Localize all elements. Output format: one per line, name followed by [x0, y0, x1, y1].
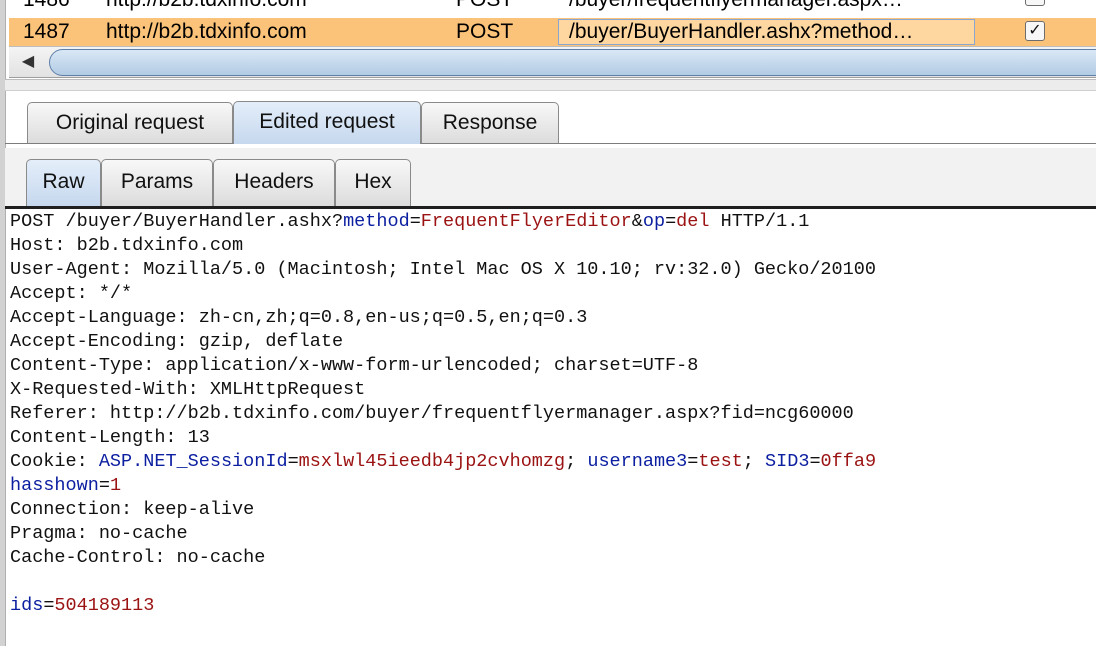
param-value: del	[676, 211, 710, 232]
table-row[interactable]: 1486 http://b2b.tdxinfo.com POST /buyer/…	[9, 0, 1096, 14]
row-method: POST	[456, 20, 514, 43]
http-version: HTTP/1.1	[709, 211, 810, 232]
tab-edited-request[interactable]: Edited request	[233, 101, 421, 144]
cookie-name: SID3	[765, 451, 810, 472]
body-param-value: 504189113	[54, 595, 155, 616]
horizontal-scrollbar[interactable]: ◀	[9, 46, 1096, 78]
row-method: POST	[456, 0, 513, 12]
header-host: Host: b2b.tdxinfo.com	[10, 235, 244, 256]
header-cache-control: Cache-Control: no-cache	[10, 547, 266, 568]
cookie-value: 1	[109, 475, 122, 496]
tab-params[interactable]: Params	[101, 159, 213, 206]
row-number: 1486	[23, 0, 70, 12]
cookie-prefix: Cookie:	[10, 451, 99, 472]
header-referer: Referer: http://b2b.tdxinfo.com/buyer/fr…	[10, 403, 854, 424]
tab-raw[interactable]: Raw	[26, 159, 101, 206]
body-param-name: ids	[10, 595, 44, 616]
scrollbar-thumb[interactable]	[49, 49, 1096, 76]
param-name: op	[642, 211, 666, 232]
tab-hex[interactable]: Hex	[335, 159, 411, 206]
cookie-separator: ;	[565, 451, 588, 472]
table-row-selected[interactable]: 1487 http://b2b.tdxinfo.com POST /buyer/…	[9, 18, 1096, 46]
cookie-value: msxlwl45ieedb4jp2cvhomzg	[298, 451, 566, 472]
header-x-requested-with: X-Requested-With: XMLHttpRequest	[10, 379, 366, 400]
row-host: http://b2b.tdxinfo.com	[106, 0, 307, 12]
split-pane-divider[interactable]	[5, 79, 1096, 91]
header-accept-encoding: Accept-Encoding: gzip, deflate	[10, 331, 344, 352]
window-left-border	[0, 0, 6, 646]
header-user-agent: User-Agent: Mozilla/5.0 (Macintosh; Inte…	[10, 259, 876, 280]
tab-headers[interactable]: Headers	[213, 159, 335, 206]
raw-request-editor[interactable]: POST /buyer/BuyerHandler.ashx?method=Fre…	[10, 210, 1096, 646]
header-cookie: Cookie: ASP.NET_SessionId=msxlwl45ieedb4…	[10, 451, 877, 472]
cookie-separator: ;	[742, 451, 766, 472]
param-name: method	[343, 211, 410, 232]
cookie-name: hasshown	[10, 475, 99, 496]
request-line-prefix: POST /buyer/BuyerHandler.ashx?	[10, 211, 344, 232]
header-accept-language: Accept-Language: zh-cn,zh;q=0.8,en-us;q=…	[10, 307, 588, 328]
row-url: /buyer/frequentflyermanager.aspx…	[569, 0, 903, 12]
cookie-name: ASP.NET_SessionId	[98, 451, 288, 472]
header-accept: Accept: */*	[10, 283, 133, 304]
row-url: /buyer/BuyerHandler.ashx?method…	[569, 20, 914, 43]
param-separator: &	[631, 211, 643, 232]
tab-response[interactable]: Response	[421, 102, 559, 143]
row-host: http://b2b.tdxinfo.com	[106, 20, 307, 43]
cookie-name: username3	[587, 451, 688, 472]
request-line: POST /buyer/BuyerHandler.ashx?method=Fre…	[10, 211, 810, 232]
row-number: 1487	[23, 20, 70, 43]
cookie-value: 0ffa9	[820, 451, 877, 472]
tab-original-request[interactable]: Original request	[27, 102, 233, 143]
request-body: ids=504189113	[10, 595, 155, 616]
cookie-continuation: hasshown=1	[10, 475, 122, 496]
param-value: FrequentFlyerEditor	[420, 211, 632, 232]
view-tabs-baseline	[5, 206, 1096, 209]
header-connection: Connection: keep-alive	[10, 499, 255, 520]
cookie-value: test	[698, 451, 743, 472]
header-pragma: Pragma: no-cache	[10, 523, 188, 544]
scroll-left-icon[interactable]: ◀	[9, 47, 47, 77]
row-checkbox[interactable]: ✓	[1025, 0, 1045, 6]
row-checkbox[interactable]: ✓	[1025, 21, 1045, 41]
header-content-length: Content-Length: 13	[10, 427, 210, 448]
header-content-type: Content-Type: application/x-www-form-url…	[10, 355, 699, 376]
request-tabs-baseline	[5, 143, 1096, 144]
